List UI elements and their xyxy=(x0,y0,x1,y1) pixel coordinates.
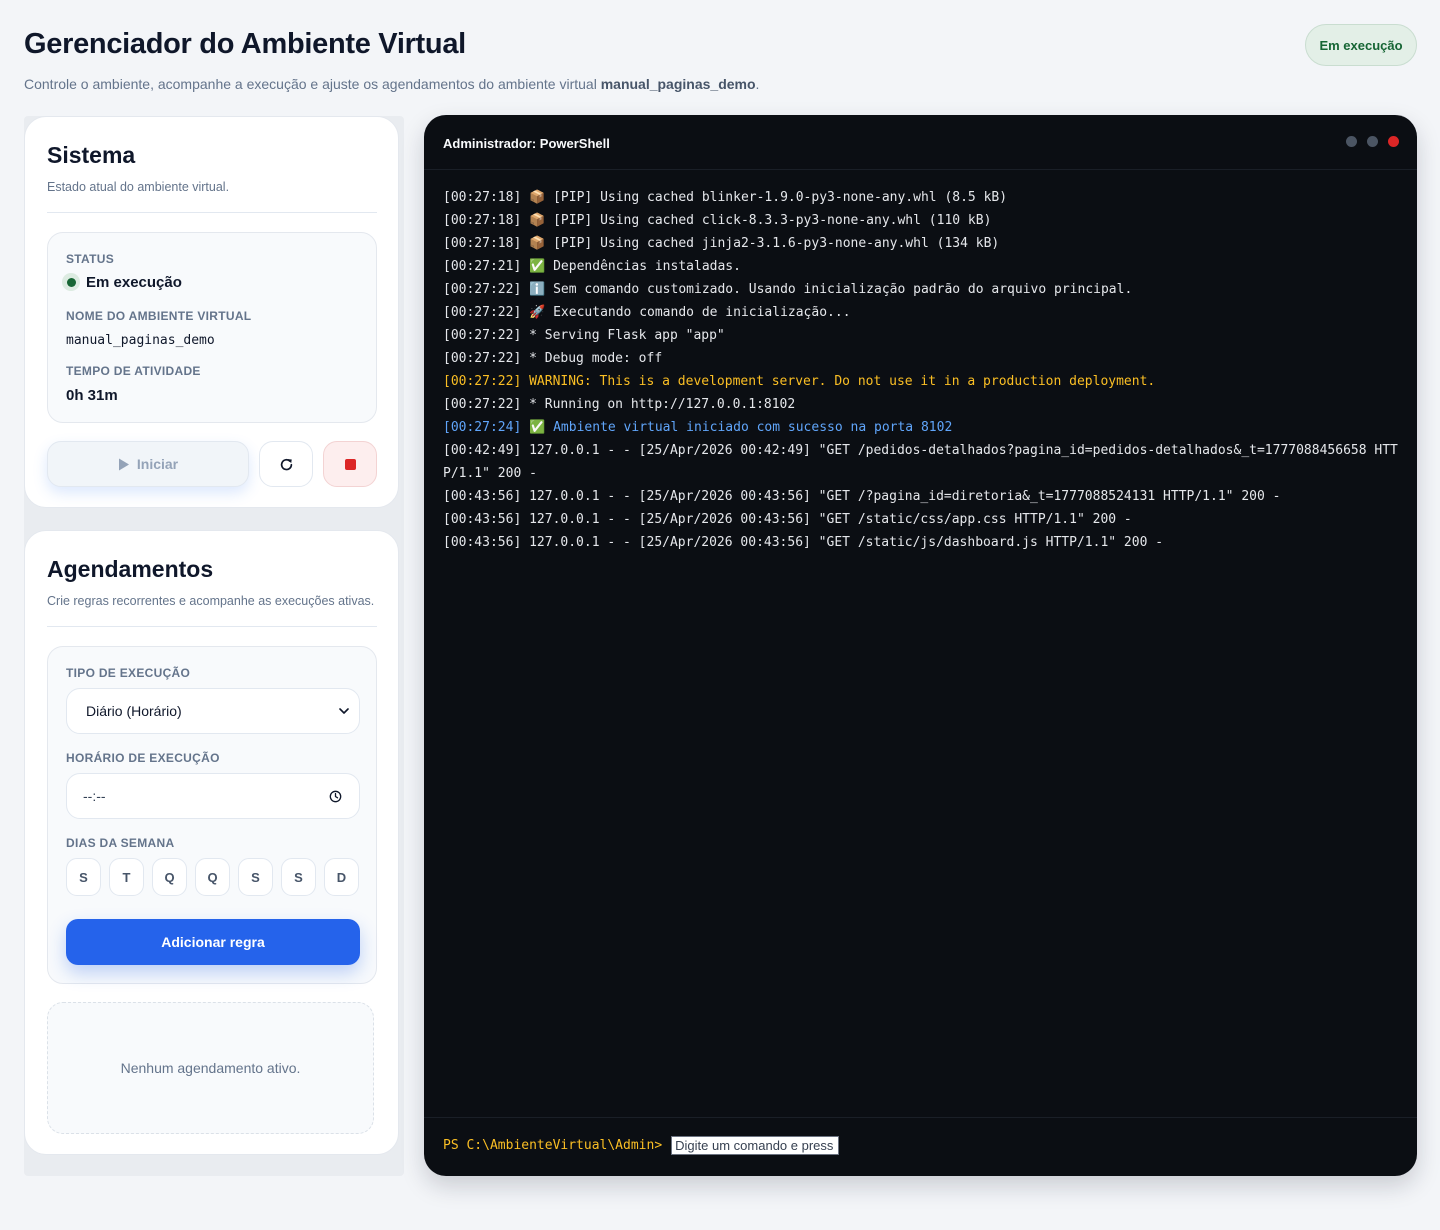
weekday-tuesday[interactable]: T xyxy=(109,858,144,896)
sistema-divider xyxy=(47,212,377,213)
terminal-line: [00:27:22] * Debug mode: off xyxy=(443,351,663,366)
terminal-footer-divider xyxy=(424,1117,1417,1118)
status-value-text: Em execução xyxy=(86,273,182,291)
terminal-line: [00:27:22] WARNING: This is a developmen… xyxy=(443,374,1156,389)
terminal-line: [00:27:22] * Running on http://127.0.0.1… xyxy=(443,397,796,412)
weekday-selector: S T Q Q S S D xyxy=(66,858,359,896)
clock-icon[interactable] xyxy=(329,790,342,803)
terminal-line: [00:27:18] 📦 [PIP] Using cached click-8.… xyxy=(443,213,992,228)
terminal-line: [00:42:49] 127.0.0.1 - - [25/Apr/2026 00… xyxy=(443,443,1398,481)
terminal-window: Administrador: PowerShell [00:27:18] 📦 [… xyxy=(424,115,1417,1176)
terminal-line: [00:27:22] * Serving Flask app "app" xyxy=(443,328,725,343)
weekday-monday[interactable]: S xyxy=(66,858,101,896)
execution-time-label: HORÁRIO DE EXECUÇÃO xyxy=(66,751,220,765)
execution-time-input[interactable]: --:-- xyxy=(66,773,360,819)
page-subtitle: Controle o ambiente, acompanhe a execuçã… xyxy=(24,76,759,92)
terminal-output: [00:27:18] 📦 [PIP] Using cached blinker-… xyxy=(443,186,1403,554)
terminal-line: [00:27:22] 🚀 Executando comando de inici… xyxy=(443,305,851,320)
minimize-dot-icon[interactable] xyxy=(1346,136,1357,147)
weekday-thursday[interactable]: Q xyxy=(195,858,230,896)
agendamentos-divider xyxy=(47,626,377,627)
subtitle-text: Controle o ambiente, acompanhe a execuçã… xyxy=(24,76,601,92)
terminal-header-divider xyxy=(424,169,1417,170)
stop-icon xyxy=(344,458,356,470)
stop-button[interactable] xyxy=(323,441,377,487)
maximize-dot-icon[interactable] xyxy=(1367,136,1378,147)
env-name-value: manual_paginas_demo xyxy=(66,333,215,348)
weekday-sunday[interactable]: D xyxy=(324,858,359,896)
agendamentos-title: Agendamentos xyxy=(47,556,214,582)
start-button-label: Iniciar xyxy=(136,456,179,472)
status-badge: Em execução xyxy=(1305,24,1417,66)
sistema-description: Estado atual do ambiente virtual. xyxy=(47,180,230,194)
execution-type-label: TIPO DE EXECUÇÃO xyxy=(66,666,191,680)
chevron-down-icon xyxy=(339,707,349,714)
play-icon xyxy=(118,458,129,470)
restart-button[interactable] xyxy=(259,441,313,487)
restart-icon xyxy=(280,458,292,470)
command-input[interactable]: Digite um comando e press xyxy=(671,1136,840,1155)
terminal-line: [00:43:56] 127.0.0.1 - - [25/Apr/2026 00… xyxy=(443,489,1281,504)
weekday-friday[interactable]: S xyxy=(238,858,273,896)
start-button[interactable]: Iniciar xyxy=(47,441,249,487)
window-controls xyxy=(1346,136,1399,147)
status-dot-icon xyxy=(62,273,80,291)
terminal-line: [00:27:21] ✅ Dependências instaladas. xyxy=(443,259,741,274)
sistema-card: Sistema Estado atual do ambiente virtual… xyxy=(24,116,399,508)
schedule-form: TIPO DE EXECUÇÃO Diário (Horário) HORÁRI… xyxy=(47,646,377,984)
uptime-label: TEMPO DE ATIVIDADE xyxy=(66,364,201,378)
empty-schedules-message: Nenhum agendamento ativo. xyxy=(47,1002,374,1134)
status-value: Em execução xyxy=(62,273,182,291)
status-label: STATUS xyxy=(66,252,115,266)
terminal-title: Administrador: PowerShell xyxy=(443,136,610,151)
sistema-title: Sistema xyxy=(47,142,136,168)
terminal-prompt: PS C:\AmbienteVirtual\Admin> xyxy=(443,1138,663,1153)
execution-type-select[interactable]: Diário (Horário) xyxy=(66,688,360,734)
terminal-line: [00:27:18] 📦 [PIP] Using cached blinker-… xyxy=(443,190,1008,205)
weekday-wednesday[interactable]: Q xyxy=(152,858,187,896)
sistema-info-box: STATUS Em execução NOME DO AMBIENTE VIRT… xyxy=(47,232,377,423)
execution-time-value: --:-- xyxy=(83,788,106,804)
terminal-line: [00:27:24] ✅ Ambiente virtual iniciado c… xyxy=(443,420,953,435)
page-title: Gerenciador do Ambiente Virtual xyxy=(24,28,466,60)
terminal-prompt-row: PS C:\AmbienteVirtual\Admin> Digite um c… xyxy=(443,1136,840,1155)
close-dot-icon[interactable] xyxy=(1388,136,1399,147)
agendamentos-description: Crie regras recorrentes e acompanhe as e… xyxy=(47,594,375,608)
add-rule-button[interactable]: Adicionar regra xyxy=(66,919,360,965)
env-name-label: NOME DO AMBIENTE VIRTUAL xyxy=(66,309,252,323)
subtitle-env-name: manual_paginas_demo xyxy=(600,76,756,92)
uptime-value: 0h 31m xyxy=(66,387,118,404)
terminal-line: [00:27:22] ℹ️ Sem comando customizado. U… xyxy=(443,282,1133,297)
agendamentos-card: Agendamentos Crie regras recorrentes e a… xyxy=(24,530,399,1155)
terminal-line: [00:27:18] 📦 [PIP] Using cached jinja2-3… xyxy=(443,236,1000,251)
execution-type-selected: Diário (Horário) xyxy=(86,703,182,719)
subtitle-suffix: . xyxy=(755,76,760,92)
terminal-line: [00:43:56] 127.0.0.1 - - [25/Apr/2026 00… xyxy=(443,512,1132,527)
weekday-saturday[interactable]: S xyxy=(281,858,316,896)
terminal-line: [00:43:56] 127.0.0.1 - - [25/Apr/2026 00… xyxy=(443,535,1164,550)
weekdays-label: DIAS DA SEMANA xyxy=(66,836,175,850)
